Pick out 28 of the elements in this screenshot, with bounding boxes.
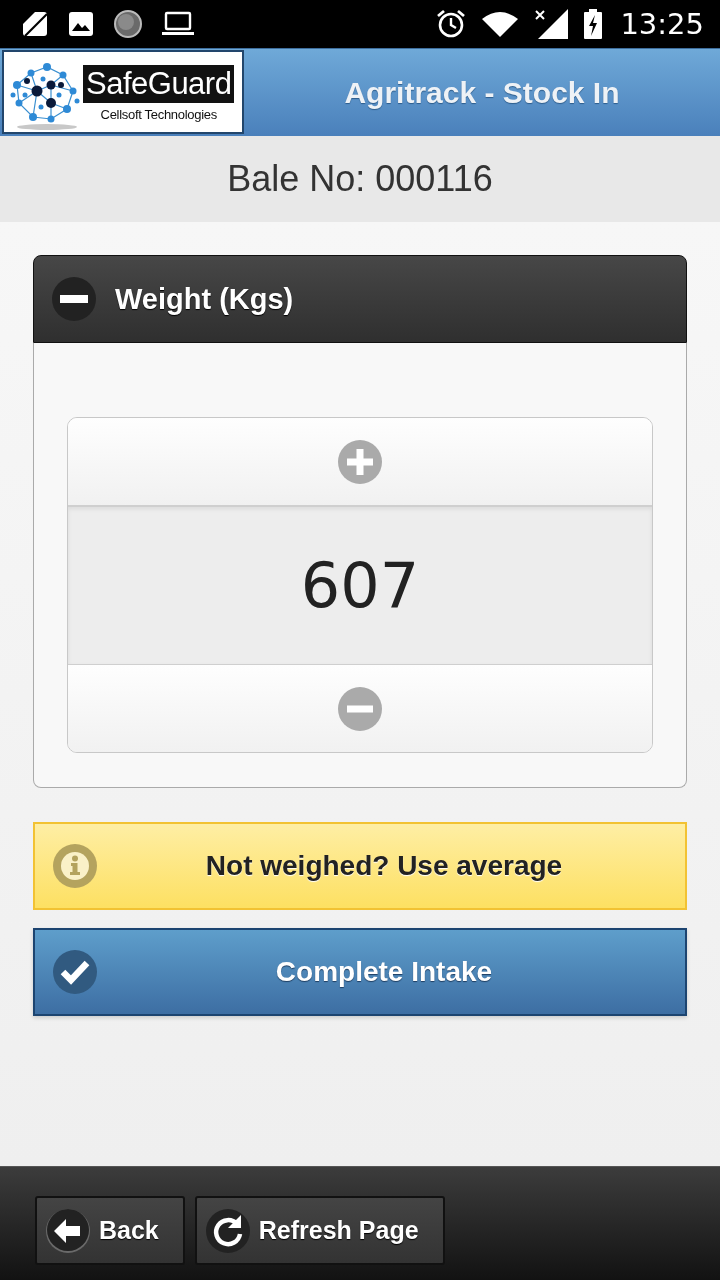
use-average-button[interactable]: Not weighed? Use average (33, 822, 687, 910)
minus-icon (338, 686, 382, 731)
logo-tagline: Cellsoft Technologies (100, 106, 217, 122)
plus-icon (338, 439, 382, 484)
weight-value-field[interactable]: 607 (68, 505, 652, 665)
bale-number: Bale No: 000116 (227, 158, 493, 200)
wifi-icon (482, 11, 519, 37)
complete-intake-button[interactable]: Complete Intake (33, 928, 687, 1016)
left-arrow-icon (46, 1208, 90, 1253)
info-icon (53, 844, 97, 888)
circle-icon (114, 10, 142, 38)
increase-button[interactable] (68, 418, 652, 505)
refresh-icon (205, 1208, 250, 1253)
decrease-button[interactable] (68, 665, 652, 752)
checkmark-icon (53, 950, 97, 994)
note-icon (22, 11, 48, 37)
back-button[interactable]: Back (35, 1196, 185, 1265)
laptop-icon (162, 11, 194, 37)
weight-panel-header[interactable]: Weight (Kgs) (33, 255, 687, 343)
refresh-button[interactable]: Refresh Page (194, 1196, 445, 1265)
signal-icon (534, 9, 569, 39)
minus-icon (52, 277, 96, 321)
image-icon (68, 11, 94, 37)
status-time: 13:25 (620, 7, 704, 41)
alarm-clock-icon (436, 9, 467, 39)
battery-charging-icon (584, 9, 603, 39)
logo-name: SafeGuard (83, 64, 235, 103)
header-title: Agritrack - Stock In (344, 75, 620, 110)
